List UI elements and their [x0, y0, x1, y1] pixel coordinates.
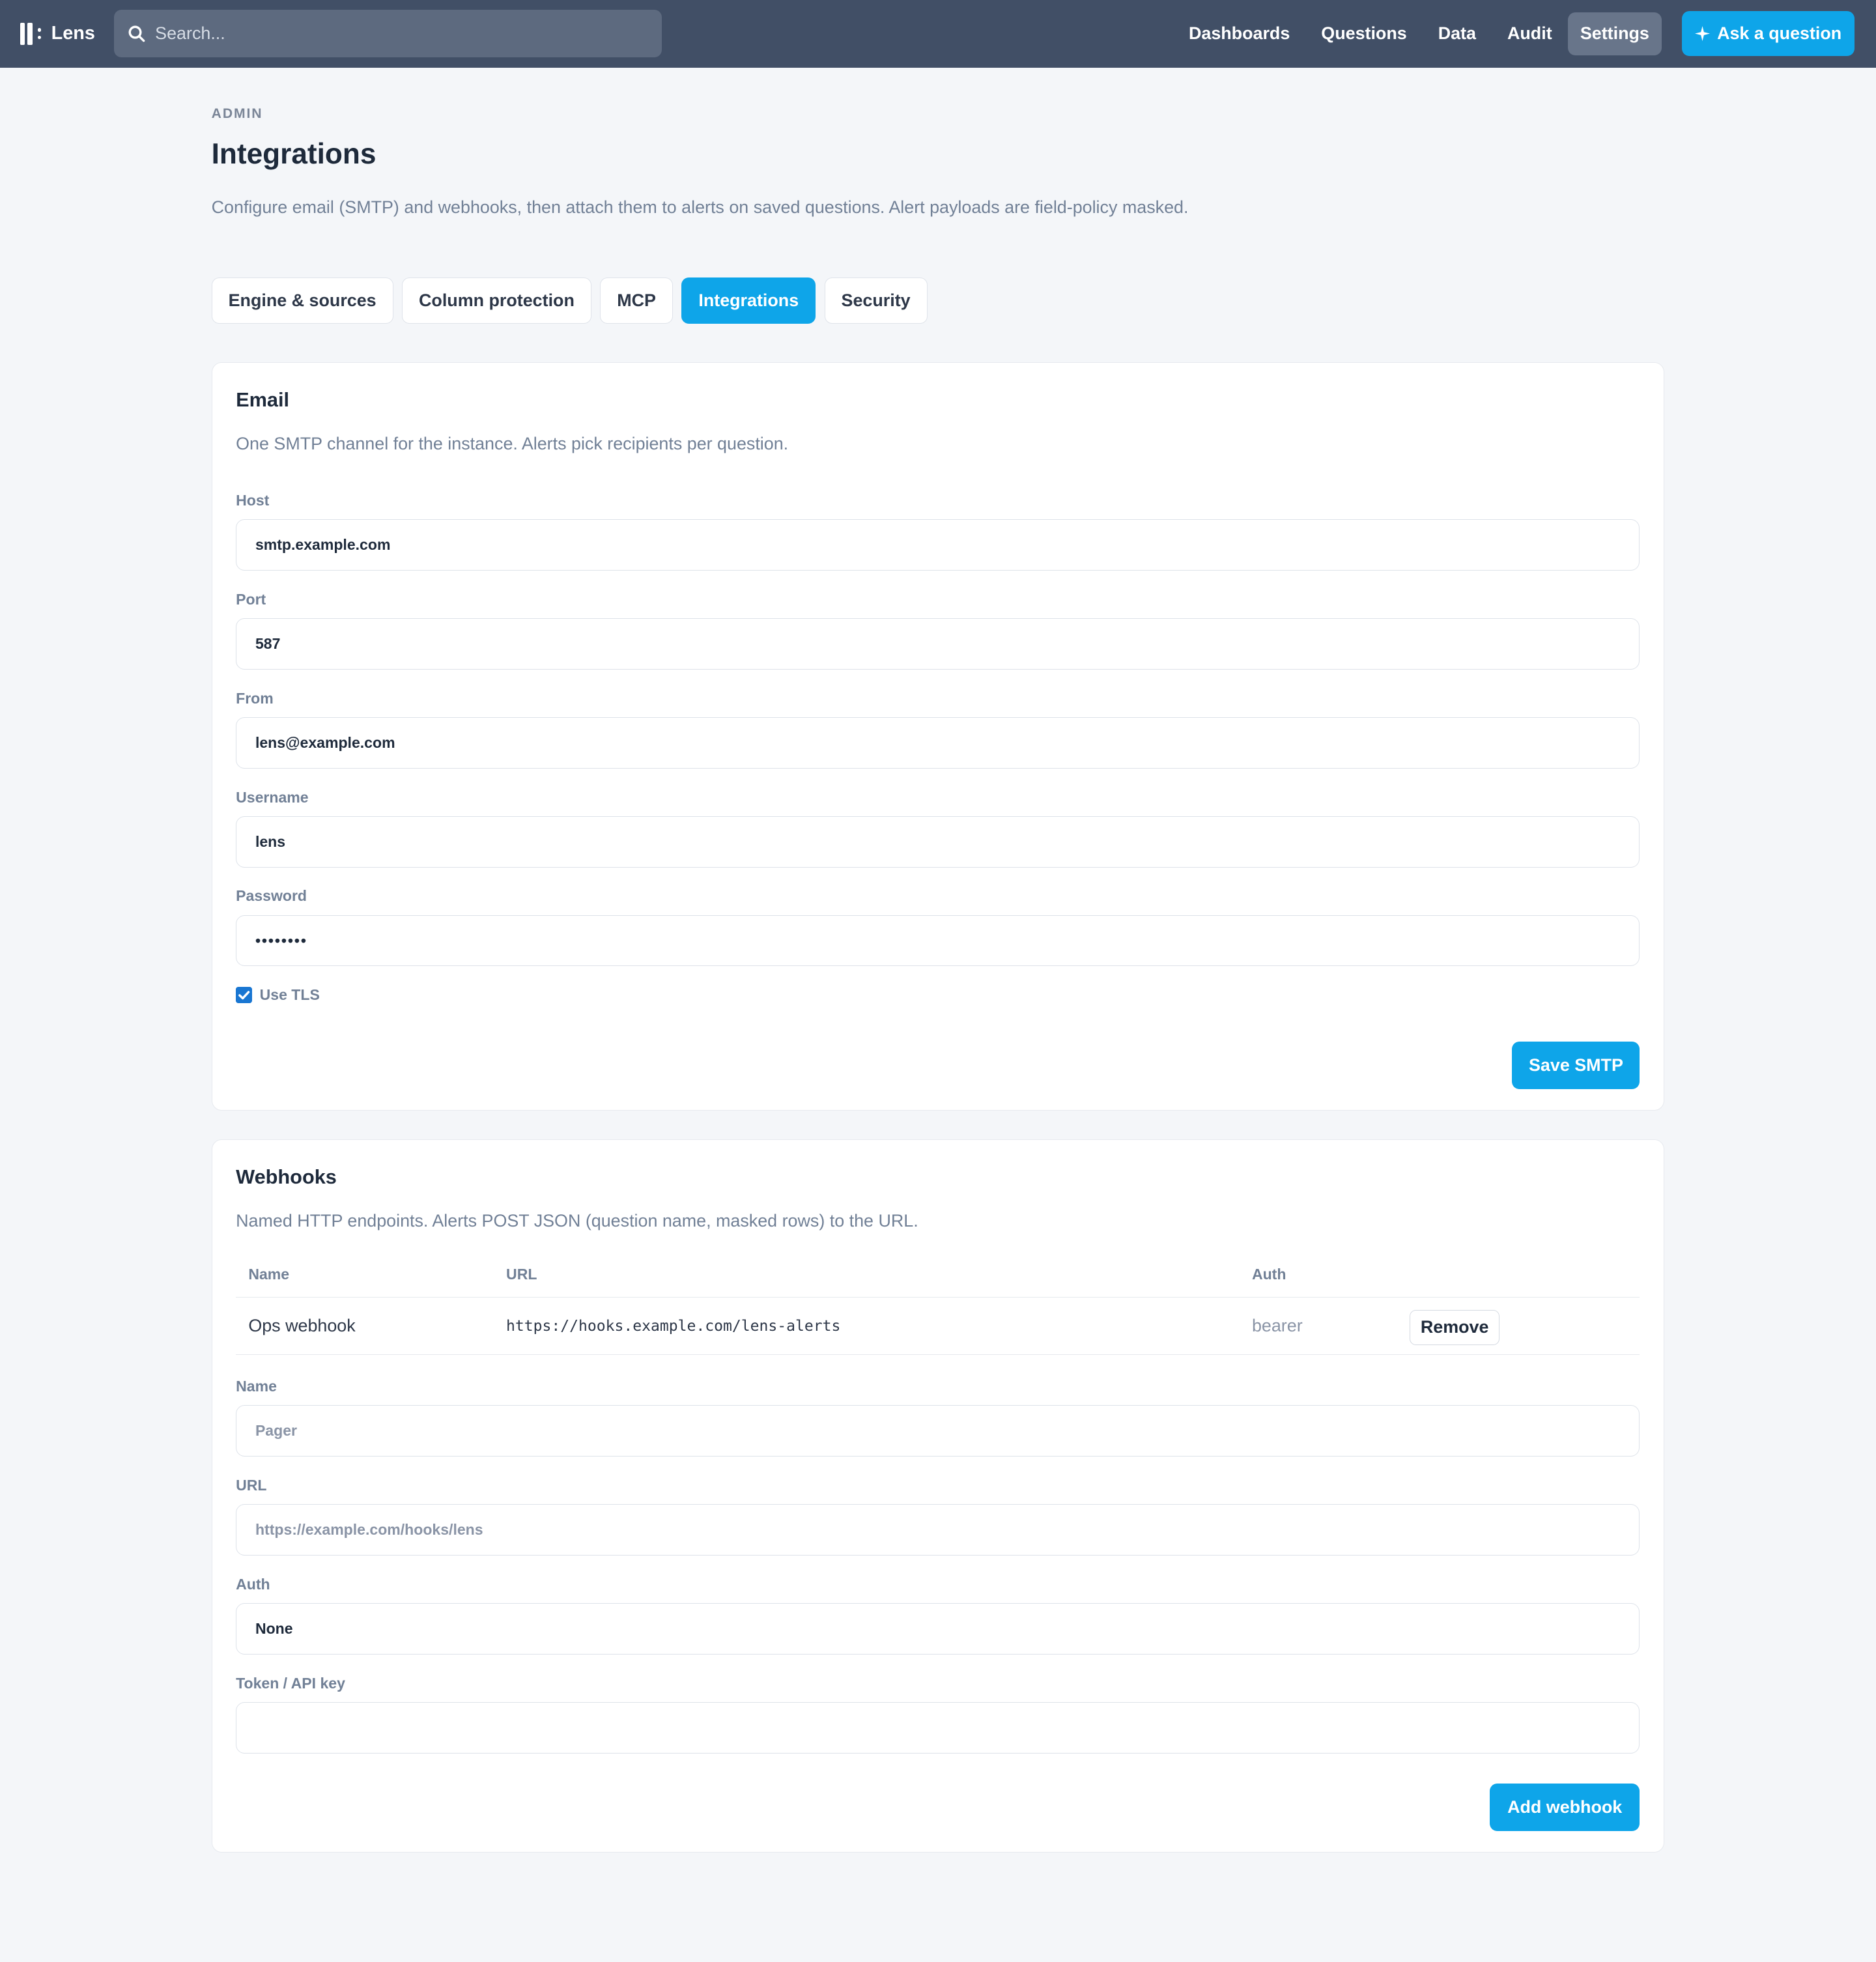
- webhook-auth-select[interactable]: None: [236, 1603, 1640, 1655]
- column-name-header: Name: [248, 1265, 290, 1283]
- ask-question-button[interactable]: Ask a question: [1681, 11, 1855, 57]
- main-content: ADMIN Integrations Configure email (SMTP…: [211, 68, 1664, 1853]
- webhook-name-input[interactable]: Pager: [236, 1405, 1640, 1457]
- tab-security[interactable]: Security: [824, 277, 928, 324]
- search-icon: [128, 25, 145, 42]
- main-nav: Dashboards Questions Data Audit Settings: [1173, 12, 1662, 55]
- top-bar: Lens Search... Dashboards Questions Data…: [0, 0, 1876, 68]
- host-label: Host: [236, 491, 270, 509]
- webhook-name-label: Name: [236, 1377, 277, 1395]
- tab-column-protection[interactable]: Column protection: [402, 277, 591, 324]
- add-webhook-form: Name Pager URL https://example.com/hooks…: [236, 1378, 1640, 1754]
- smtp-form: Host smtp.example.com Port 587 From lens…: [236, 491, 1640, 967]
- nav-dashboards[interactable]: Dashboards: [1173, 12, 1305, 55]
- app-logo[interactable]: Lens: [20, 22, 115, 46]
- webhooks-title: Webhooks: [236, 1165, 337, 1188]
- email-card: Email One SMTP channel for the instance.…: [211, 362, 1664, 1111]
- webhook-auth-label: Auth: [236, 1575, 270, 1593]
- settings-tabs: Engine & sources Column protection MCP I…: [211, 277, 1664, 324]
- page-title: Integrations: [211, 138, 377, 171]
- tls-checkbox[interactable]: [236, 987, 253, 1004]
- webhooks-card: Webhooks Named HTTP endpoints. Alerts PO…: [211, 1139, 1664, 1853]
- webhook-auth: bearer: [1251, 1316, 1303, 1336]
- host-input[interactable]: smtp.example.com: [236, 519, 1640, 571]
- page-description: Configure email (SMTP) and webhooks, the…: [211, 197, 1189, 217]
- table-row: Ops webhook https://hooks.example.com/le…: [236, 1298, 1640, 1356]
- port-input[interactable]: 587: [236, 618, 1640, 670]
- password-input[interactable]: ••••••••: [236, 915, 1640, 967]
- ask-question-label: Ask a question: [1717, 23, 1842, 44]
- email-description: One SMTP channel for the instance. Alert…: [236, 434, 789, 454]
- remove-webhook-button[interactable]: Remove: [1409, 1309, 1500, 1345]
- port-label: Port: [236, 590, 266, 608]
- column-auth-header: Auth: [1251, 1265, 1286, 1283]
- tab-integrations[interactable]: Integrations: [681, 277, 816, 324]
- tab-engine-sources[interactable]: Engine & sources: [211, 277, 393, 324]
- from-label: From: [236, 689, 274, 707]
- app-name: Lens: [51, 23, 95, 44]
- tab-mcp[interactable]: MCP: [600, 277, 673, 324]
- webhook-token-label: Token / API key: [236, 1674, 345, 1692]
- webhook-url: https://hooks.example.com/lens-alerts: [506, 1317, 841, 1335]
- nav-questions[interactable]: Questions: [1305, 12, 1422, 55]
- sparkle-icon: [1694, 26, 1710, 42]
- tls-label: Use TLS: [259, 986, 320, 1004]
- webhook-url-label: URL: [236, 1476, 267, 1494]
- save-smtp-button[interactable]: Save SMTP: [1512, 1041, 1640, 1089]
- table-header: Name URL Auth: [236, 1251, 1640, 1298]
- webhooks-table: Name URL Auth Ops webhook https://hooks.…: [236, 1251, 1640, 1356]
- lens-logo-icon: [20, 22, 42, 46]
- webhooks-description: Named HTTP endpoints. Alerts POST JSON (…: [236, 1211, 918, 1231]
- search-input[interactable]: Search...: [113, 10, 662, 58]
- check-icon: [238, 991, 250, 1000]
- email-title: Email: [236, 388, 290, 411]
- nav-data[interactable]: Data: [1423, 12, 1492, 55]
- tls-option: Use TLS: [236, 986, 1640, 1004]
- search-placeholder: Search...: [155, 23, 225, 44]
- username-input[interactable]: lens: [236, 816, 1640, 868]
- webhook-name: Ops webhook: [248, 1316, 356, 1336]
- nav-settings[interactable]: Settings: [1567, 12, 1662, 55]
- webhook-url-input[interactable]: https://example.com/hooks/lens: [236, 1504, 1640, 1556]
- column-url-header: URL: [506, 1265, 537, 1283]
- password-label: Password: [236, 887, 307, 905]
- from-input[interactable]: lens@example.com: [236, 717, 1640, 769]
- nav-audit[interactable]: Audit: [1492, 12, 1568, 55]
- username-label: Username: [236, 788, 309, 806]
- page-eyebrow: ADMIN: [211, 106, 263, 122]
- webhook-token-input[interactable]: [236, 1701, 1640, 1754]
- add-webhook-button[interactable]: Add webhook: [1489, 1783, 1640, 1831]
